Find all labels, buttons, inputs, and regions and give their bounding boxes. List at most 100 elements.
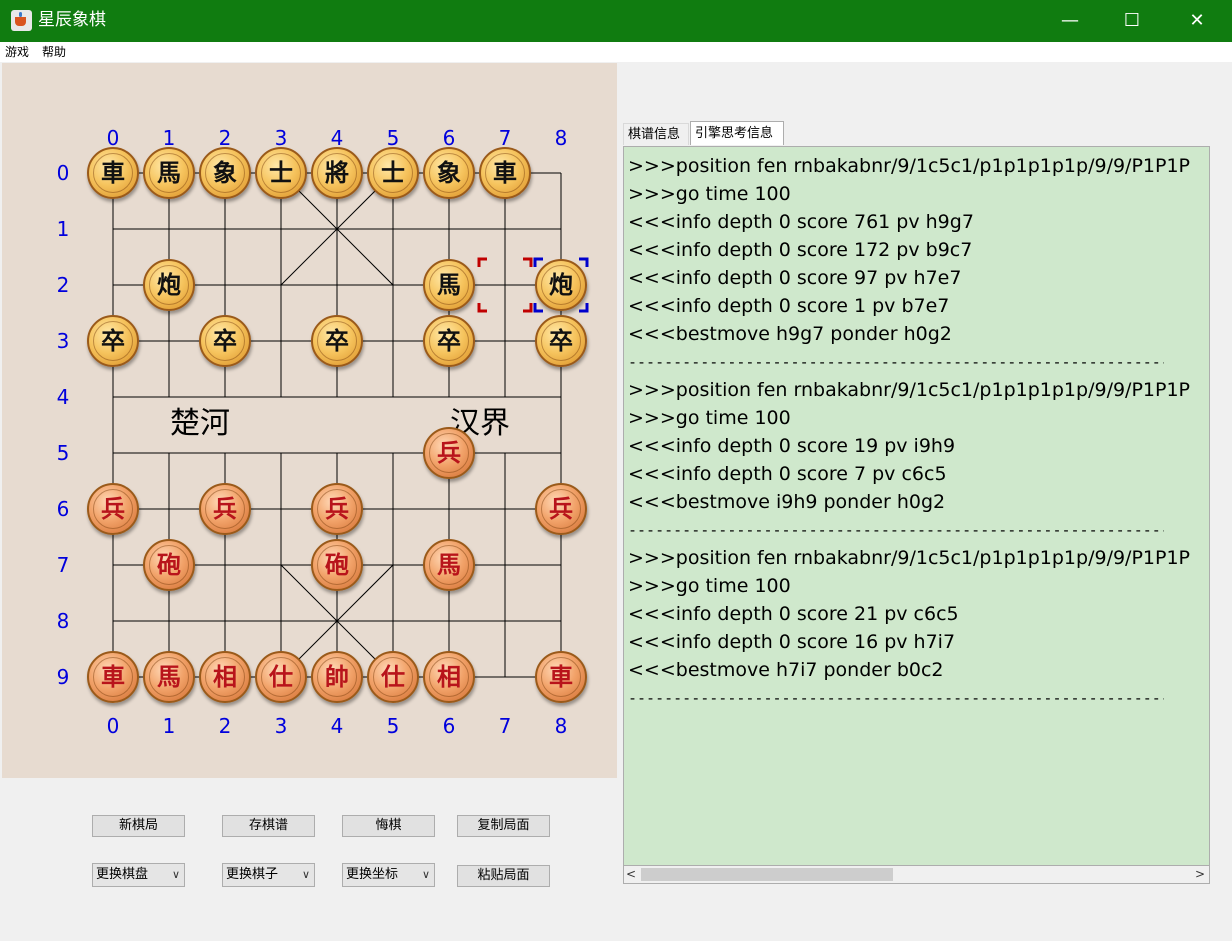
piece-label: 車 [549, 662, 573, 691]
copy-position-button[interactable]: 复制局面 [457, 815, 550, 837]
red-piece[interactable]: 兵 [87, 483, 139, 535]
menu-game[interactable]: 游戏 [5, 44, 29, 60]
row-label: 8 [56, 609, 70, 633]
piece-label: 象 [213, 158, 237, 187]
black-piece[interactable]: 象 [199, 147, 251, 199]
red-piece[interactable]: 兵 [311, 483, 363, 535]
log-line: >>>position fen rnbakabnr/9/1c5c1/p1p1p1… [628, 155, 1191, 177]
paste-position-button[interactable]: 粘贴局面 [457, 865, 550, 887]
piece-label: 馬 [437, 270, 461, 299]
change-pieces-label: 更换棋子 [226, 867, 279, 882]
piece-label: 車 [101, 662, 125, 691]
piece-label: 卒 [325, 326, 349, 355]
piece-label: 馬 [157, 158, 181, 187]
red-piece[interactable]: 相 [423, 651, 475, 703]
black-piece[interactable]: 卒 [311, 315, 363, 367]
column-label-bottom: 0 [106, 714, 120, 738]
column-label-bottom: 5 [386, 714, 400, 738]
black-piece[interactable]: 卒 [535, 315, 587, 367]
column-label-bottom: 1 [162, 714, 176, 738]
piece-label: 士 [269, 158, 293, 187]
black-piece[interactable]: 馬 [143, 147, 195, 199]
black-piece[interactable]: 車 [87, 147, 139, 199]
black-piece[interactable]: 將 [311, 147, 363, 199]
black-piece[interactable]: 炮 [535, 259, 587, 311]
black-piece[interactable]: 卒 [199, 315, 251, 367]
red-piece[interactable]: 砲 [143, 539, 195, 591]
row-label: 5 [56, 441, 70, 465]
red-piece[interactable]: 車 [535, 651, 587, 703]
tab-record-info[interactable]: 棋谱信息 [623, 123, 689, 145]
column-label-bottom: 6 [442, 714, 456, 738]
black-piece[interactable]: 車 [479, 147, 531, 199]
log-line: <<<info depth 0 score 16 pv h7i7 [628, 631, 956, 653]
change-coords-select[interactable]: 更换坐标 ∨ [342, 863, 435, 887]
log-separator: ----------------------------------------… [628, 521, 1164, 539]
black-piece[interactable]: 象 [423, 147, 475, 199]
new-game-button[interactable]: 新棋局 [92, 815, 185, 837]
black-piece[interactable]: 士 [255, 147, 307, 199]
black-piece[interactable]: 士 [367, 147, 419, 199]
red-piece[interactable]: 帥 [311, 651, 363, 703]
red-piece[interactable]: 砲 [311, 539, 363, 591]
red-piece[interactable]: 馬 [423, 539, 475, 591]
tab-engine-info[interactable]: 引擎思考信息 [690, 121, 784, 145]
black-piece[interactable]: 卒 [423, 315, 475, 367]
scroll-left-icon[interactable]: < [626, 866, 636, 883]
column-label-bottom: 7 [498, 714, 512, 738]
column-label-top: 8 [554, 126, 568, 150]
piece-label: 車 [101, 158, 125, 187]
minimize-button[interactable]: — [1047, 0, 1093, 42]
change-pieces-select[interactable]: 更换棋子 ∨ [222, 863, 315, 887]
engine-log[interactable]: >>>position fen rnbakabnr/9/1c5c1/p1p1p1… [623, 146, 1210, 866]
red-piece[interactable]: 兵 [199, 483, 251, 535]
log-line: <<<info depth 0 score 761 pv h9g7 [628, 211, 974, 233]
chevron-down-icon: ∨ [421, 868, 430, 881]
column-label-bottom: 3 [274, 714, 288, 738]
save-record-button[interactable]: 存棋谱 [222, 815, 315, 837]
menu-help[interactable]: 帮助 [42, 44, 66, 60]
maximize-button[interactable]: ☐ [1109, 0, 1155, 42]
row-label: 0 [56, 161, 70, 185]
log-line: <<<info depth 0 score 1 pv b7e7 [628, 295, 950, 317]
black-piece[interactable]: 卒 [87, 315, 139, 367]
board-panel[interactable]: 0011223344556677880123456789 楚河 汉界 車馬象士將… [2, 63, 617, 778]
piece-label: 砲 [157, 550, 181, 579]
log-line: >>>position fen rnbakabnr/9/1c5c1/p1p1p1… [628, 547, 1191, 569]
log-line: <<<info depth 0 score 21 pv c6c5 [628, 603, 959, 625]
red-piece[interactable]: 兵 [423, 427, 475, 479]
scroll-thumb[interactable] [641, 868, 893, 881]
piece-label: 士 [381, 158, 405, 187]
undo-button[interactable]: 悔棋 [342, 815, 435, 837]
piece-label: 卒 [101, 326, 125, 355]
scroll-right-icon[interactable]: > [1195, 866, 1205, 883]
log-line: <<<bestmove h9g7 ponder h0g2 [628, 323, 952, 345]
log-line: <<<info depth 0 score 172 pv b9c7 [628, 239, 973, 261]
log-line: >>>go time 100 [628, 183, 791, 205]
red-piece[interactable]: 相 [199, 651, 251, 703]
red-piece[interactable]: 仕 [367, 651, 419, 703]
piece-label: 馬 [157, 662, 181, 691]
change-board-select[interactable]: 更换棋盘 ∨ [92, 863, 185, 887]
red-piece[interactable]: 仕 [255, 651, 307, 703]
close-button[interactable]: ✕ [1174, 0, 1220, 42]
piece-label: 將 [325, 158, 349, 187]
piece-label: 相 [437, 662, 461, 691]
black-piece[interactable]: 馬 [423, 259, 475, 311]
red-piece[interactable]: 兵 [535, 483, 587, 535]
red-piece[interactable]: 馬 [143, 651, 195, 703]
red-piece[interactable]: 車 [87, 651, 139, 703]
log-line: <<<bestmove h7i7 ponder b0c2 [628, 659, 944, 681]
change-board-label: 更换棋盘 [96, 867, 149, 882]
horizontal-scrollbar[interactable]: < > [623, 866, 1210, 884]
log-separator: ----------------------------------------… [628, 689, 1164, 707]
log-line: >>>go time 100 [628, 407, 791, 429]
piece-label: 卒 [213, 326, 237, 355]
row-label: 3 [56, 329, 70, 353]
piece-label: 炮 [549, 270, 573, 299]
black-piece[interactable]: 炮 [143, 259, 195, 311]
piece-label: 兵 [549, 494, 573, 523]
column-label-bottom: 8 [554, 714, 568, 738]
log-line: <<<info depth 0 score 19 pv i9h9 [628, 435, 956, 457]
menu-bar: 游戏 帮助 [0, 42, 1232, 62]
